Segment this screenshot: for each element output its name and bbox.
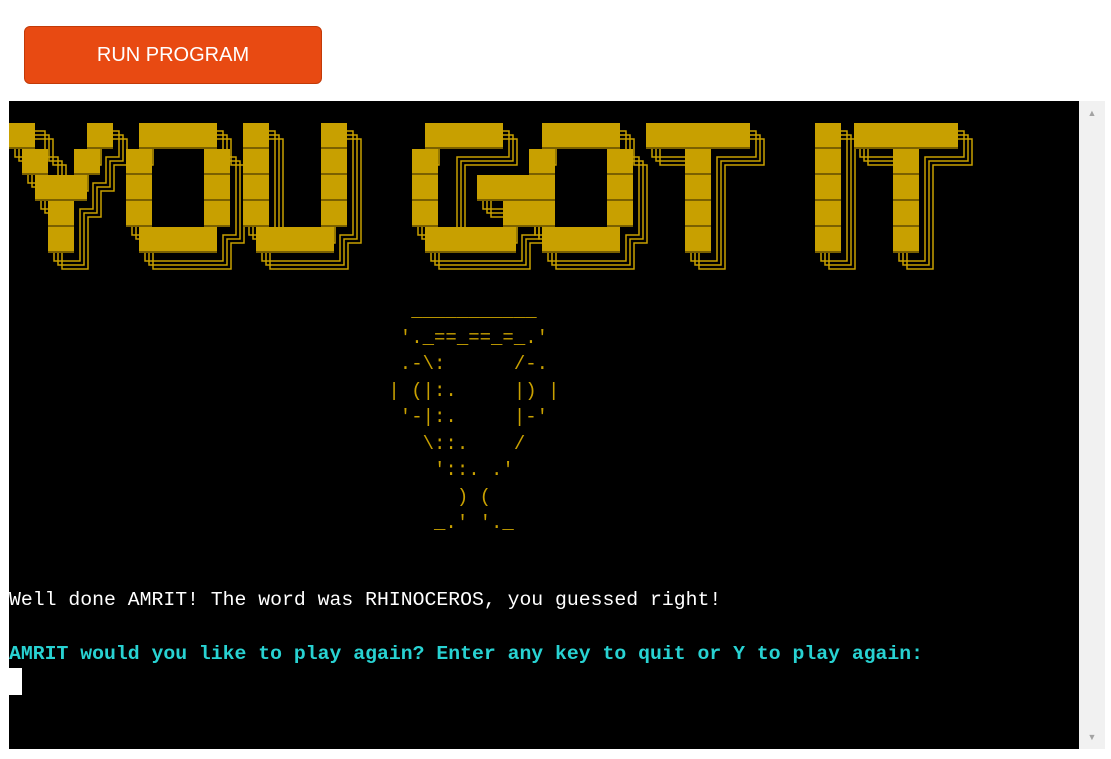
play-again-prompt: AMRIT would you like to play again? Ente… (9, 643, 924, 665)
terminal-scrollbar[interactable]: ▲ ▼ (1079, 101, 1105, 749)
result-message: Well done AMRIT! The word was RHINOCEROS… (9, 589, 722, 611)
you-got-it-banner (9, 123, 973, 270)
trophy-ascii-art: ___________ '._==_==_=_.' .-\: /-. | (|:… (388, 300, 560, 534)
run-program-button[interactable]: RUN PROGRAM (24, 26, 322, 84)
triangle-up-icon[interactable]: ▲ (1079, 103, 1105, 123)
terminal-output[interactable]: ___________ '._==_==_=_.' .-\: /-. | (|:… (9, 101, 1079, 749)
triangle-down-icon[interactable]: ▼ (1079, 727, 1105, 747)
input-cursor[interactable] (9, 668, 22, 695)
